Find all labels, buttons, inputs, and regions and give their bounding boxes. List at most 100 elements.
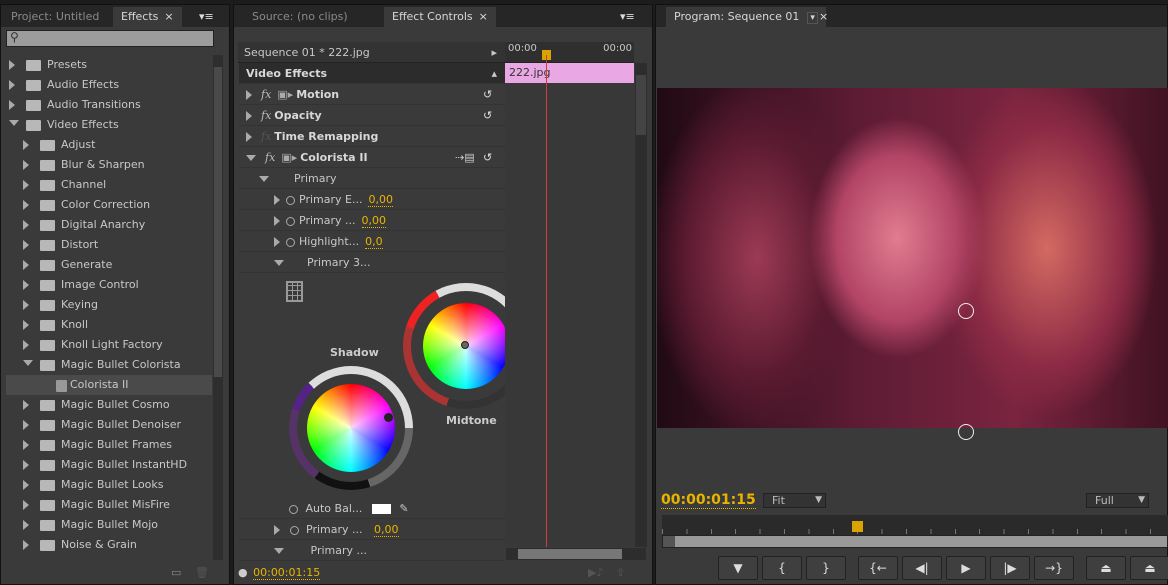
collapse-icon[interactable] — [274, 260, 284, 266]
scrollbar-thumb[interactable] — [518, 549, 622, 559]
playhead-icon[interactable] — [852, 521, 863, 532]
new-bin-icon[interactable]: ▭ — [171, 566, 181, 579]
tree-item[interactable]: Magic Bullet InstantHD — [6, 455, 212, 475]
zoom-scrollbar[interactable] — [662, 535, 1168, 548]
param-value[interactable]: 0,00 — [361, 215, 386, 228]
scrollbar-handle[interactable] — [663, 536, 675, 547]
tree-item[interactable]: Knoll — [6, 315, 212, 335]
program-timecode[interactable]: 00:00:01:15 — [661, 492, 756, 509]
tab-source[interactable]: Source: (no clips) — [244, 7, 356, 27]
expand-icon[interactable] — [23, 180, 29, 190]
stopwatch-icon[interactable] — [286, 195, 295, 205]
tree-item[interactable]: Magic Bullet Denoiser — [6, 415, 212, 435]
expand-icon[interactable] — [23, 160, 29, 170]
param-row[interactable]: Highlight... 0,0 — [239, 231, 505, 252]
expand-icon[interactable] — [274, 525, 280, 535]
tree-item[interactable]: Adjust — [6, 135, 212, 155]
expand-icon[interactable] — [23, 400, 29, 410]
expand-icon[interactable] — [274, 195, 280, 205]
tab-project[interactable]: Project: Untitled — [3, 7, 107, 27]
extract-button[interactable]: ⏏ — [1130, 556, 1168, 580]
settings-icon[interactable]: ⇢▤ — [455, 147, 475, 168]
tree-item[interactable]: Colorista II — [6, 375, 212, 395]
tab-program[interactable]: Program: Sequence 01 ▾ — [666, 7, 826, 27]
trash-icon[interactable]: 🗑 — [195, 566, 209, 579]
expand-icon[interactable] — [274, 237, 280, 247]
tree-item[interactable]: Audio Transitions — [6, 95, 212, 115]
tree-item[interactable]: Keying — [6, 295, 212, 315]
collapse-icon[interactable] — [259, 176, 269, 182]
collapse-icon[interactable] — [23, 360, 33, 366]
midtone-handle[interactable] — [461, 341, 469, 349]
expand-icon[interactable] — [23, 320, 29, 330]
play-button[interactable]: ▶ — [946, 556, 986, 580]
expand-icon[interactable] — [9, 60, 15, 70]
vertical-scrollbar[interactable] — [635, 63, 647, 547]
expand-icon[interactable] — [23, 340, 29, 350]
scrollbar[interactable] — [213, 55, 223, 560]
tree-item[interactable]: Distort — [6, 235, 212, 255]
collapse-icon[interactable] — [246, 155, 256, 161]
tree-item[interactable]: Magic Bullet Looks — [6, 475, 212, 495]
audio-only-icon[interactable]: ▶♪ — [588, 564, 603, 582]
shadow-handle[interactable] — [384, 413, 393, 422]
tab-effects[interactable]: Effects × — [113, 7, 182, 27]
expand-icon[interactable] — [23, 540, 29, 550]
reset-icon[interactable]: ↺ — [483, 84, 492, 105]
mini-timeline-ruler[interactable]: 00:00 00:00 — [505, 42, 634, 63]
scrollbar-thumb[interactable] — [214, 67, 222, 377]
eyedropper-icon[interactable]: ✎ — [399, 502, 408, 515]
param-value[interactable]: 0,00 — [374, 524, 399, 537]
tree-item[interactable]: Video Effects — [6, 115, 212, 135]
ec-timecode[interactable]: 00:00:01:15 — [253, 567, 321, 580]
expand-icon[interactable] — [23, 420, 29, 430]
expand-icon[interactable] — [23, 480, 29, 490]
search-input[interactable]: ⚲ — [6, 30, 214, 47]
transform-icon[interactable]: ▣▸ — [277, 88, 293, 101]
expand-icon[interactable] — [23, 300, 29, 310]
panel-menu-icon[interactable]: ▾≡ — [191, 7, 222, 27]
tree-item[interactable]: Magic Bullet Cosmo — [6, 395, 212, 415]
expand-icon[interactable] — [274, 216, 280, 226]
expand-icon[interactable] — [246, 90, 252, 100]
resolution-select[interactable]: Full ▼ — [1086, 493, 1149, 508]
expand-icon[interactable] — [9, 100, 15, 110]
expand-icon[interactable] — [23, 520, 29, 530]
collapse-icon[interactable]: ▴ — [491, 63, 497, 84]
expand-icon[interactable] — [23, 200, 29, 210]
tree-item[interactable]: Color Correction — [6, 195, 212, 215]
fx-toggle-icon[interactable]: fx — [261, 130, 271, 143]
tree-item[interactable]: Blur & Sharpen — [6, 155, 212, 175]
param-row[interactable]: Primary E... 0,00 — [239, 189, 505, 210]
tree-item[interactable]: Generate — [6, 255, 212, 275]
effect-row[interactable]: fx Opacity ↺ — [239, 105, 505, 126]
tree-item[interactable]: Presets — [6, 55, 212, 75]
close-icon[interactable]: × — [479, 10, 488, 23]
reset-icon[interactable]: ↺ — [483, 147, 492, 168]
expand-icon[interactable] — [23, 280, 29, 290]
expand-icon[interactable] — [23, 500, 29, 510]
tree-item[interactable]: Channel — [6, 175, 212, 195]
expand-arrow-icon[interactable]: ▸ — [491, 42, 497, 63]
tab-effect-controls[interactable]: Effect Controls × — [384, 7, 496, 27]
param-row[interactable]: Primary ... 0,00 — [239, 210, 505, 231]
tree-item[interactable]: Noise & Grain — [6, 535, 212, 555]
step-forward-button[interactable]: |▶ — [990, 556, 1030, 580]
reset-icon[interactable]: ↺ — [483, 105, 492, 126]
tree-item[interactable]: Magic Bullet Mojo — [6, 515, 212, 535]
tree-item[interactable]: Magic Bullet Frames — [6, 435, 212, 455]
expand-icon[interactable] — [23, 140, 29, 150]
tree-item[interactable]: Digital Anarchy — [6, 215, 212, 235]
effect-row[interactable]: fx ▣▸ Motion ↺ — [239, 84, 505, 105]
close-icon[interactable]: × — [811, 7, 836, 27]
expand-icon[interactable] — [23, 220, 29, 230]
color-swatch[interactable] — [371, 504, 391, 514]
tree-item[interactable]: Image Control — [6, 275, 212, 295]
scrollbar-thumb[interactable] — [636, 75, 646, 135]
expand-icon[interactable] — [23, 460, 29, 470]
expand-icon[interactable] — [246, 111, 252, 121]
shadow-wheel[interactable] — [307, 384, 395, 472]
stopwatch-icon[interactable] — [286, 216, 295, 226]
param-value[interactable]: 0,0 — [365, 236, 383, 249]
horizontal-scrollbar[interactable] — [506, 548, 646, 560]
